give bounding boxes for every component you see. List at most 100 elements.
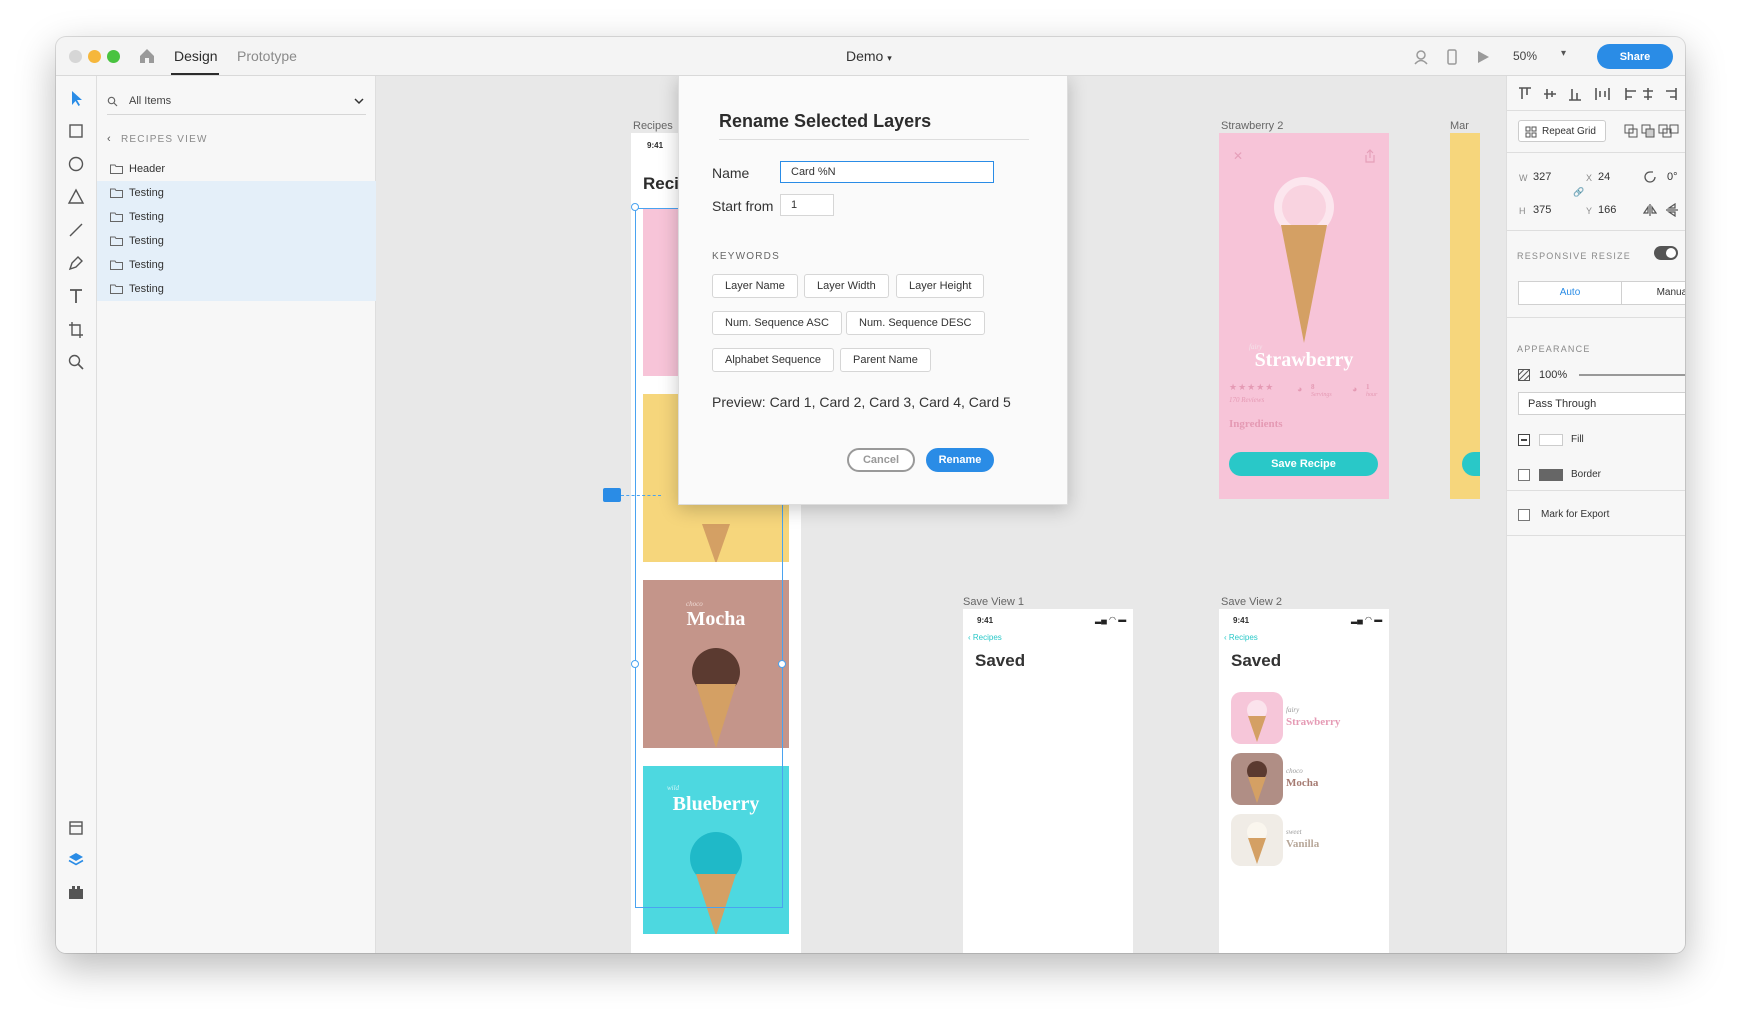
keyword-num-sequence-asc-button[interactable]: Num. Sequence ASC: [712, 311, 842, 335]
artboard-tool-icon[interactable]: [66, 319, 86, 339]
select-arrow-icon[interactable]: [66, 88, 86, 108]
saved-item[interactable]: fairy Strawberry: [1231, 692, 1381, 744]
saved-item-subtitle: sweet: [1286, 828, 1302, 836]
border-checkbox[interactable]: [1518, 469, 1530, 481]
status-time: 9:41: [1233, 616, 1250, 625]
artboard-label[interactable]: Recipes: [633, 120, 673, 132]
share-button[interactable]: Share: [1597, 44, 1673, 69]
layer-row[interactable]: Testing: [97, 277, 376, 301]
mark-for-export-checkbox[interactable]: [1518, 509, 1530, 521]
layers-panel-icon[interactable]: [66, 850, 86, 870]
save-recipe-button[interactable]: [1462, 452, 1480, 476]
width-value[interactable]: 327: [1533, 171, 1551, 183]
name-input[interactable]: [780, 161, 994, 183]
cancel-button[interactable]: Cancel: [847, 448, 915, 472]
layer-row[interactable]: Testing: [97, 229, 376, 253]
width-label: W: [1519, 173, 1528, 183]
fill-checkbox[interactable]: [1518, 434, 1530, 446]
flip-vertical-icon[interactable]: [1665, 203, 1679, 217]
device-preview-icon[interactable]: [1443, 48, 1461, 66]
flip-horizontal-icon[interactable]: [1643, 203, 1657, 217]
layer-row[interactable]: Testing: [97, 253, 376, 277]
zoom-level[interactable]: 50%: [1513, 49, 1537, 63]
layers-back-row[interactable]: ‹ RECIPES VIEW: [107, 133, 208, 145]
selection-handle[interactable]: [778, 660, 786, 668]
ellipse-tool-icon[interactable]: [66, 154, 86, 174]
folder-icon: [110, 164, 123, 174]
boolean-ops-icon[interactable]: [1624, 124, 1680, 140]
align-vertical-icon[interactable]: [1517, 86, 1617, 102]
cloud-user-icon[interactable]: [1412, 48, 1430, 66]
mar-artboard[interactable]: [1450, 133, 1480, 499]
ingredients-heading: Ingredients: [1229, 418, 1283, 430]
servings-icon: ◕: [1297, 384, 1303, 394]
strawberry-2-artboard[interactable]: ✕ fairy Strawberry ★★★★★ 170 Reviews ◕ 8…: [1219, 133, 1389, 499]
share-icon: [1365, 149, 1375, 163]
layer-row[interactable]: Testing: [97, 205, 376, 229]
save-view-2-artboard[interactable]: 9:41 ▂▄ ◠ ▬ ‹ Recipes Saved fairy Strawb…: [1219, 609, 1389, 953]
save-recipe-button[interactable]: Save Recipe: [1229, 452, 1378, 476]
resize-auto-option[interactable]: Auto: [1518, 281, 1622, 305]
repeat-grid-button[interactable]: Repeat Grid: [1518, 120, 1606, 142]
responsive-resize-toggle[interactable]: [1654, 246, 1678, 260]
keyword-layer-height-button[interactable]: Layer Height: [896, 274, 985, 298]
artboard-label[interactable]: Strawberry 2: [1221, 120, 1283, 132]
minimize-window-button[interactable]: [88, 50, 101, 63]
save-view-1-artboard[interactable]: 9:41 ▂▄ ◠ ▬ ‹ Recipes Saved: [963, 609, 1133, 953]
artboard-label[interactable]: Save View 1: [963, 596, 1024, 608]
back-link[interactable]: ‹ Recipes: [1224, 633, 1258, 642]
tab-design[interactable]: Design: [174, 48, 218, 64]
rectangle-tool-icon[interactable]: [66, 121, 86, 141]
saved-item[interactable]: sweet Vanilla: [1231, 814, 1381, 866]
padding-handle[interactable]: [603, 488, 621, 502]
zoom-window-button[interactable]: [107, 50, 120, 63]
layer-row[interactable]: Testing: [97, 181, 376, 205]
pen-tool-icon[interactable]: [66, 253, 86, 273]
zoom-tool-icon[interactable]: [66, 352, 86, 372]
saved-item[interactable]: choco Mocha: [1231, 753, 1381, 805]
fill-color-swatch[interactable]: [1539, 434, 1563, 446]
chevron-left-icon[interactable]: ‹: [107, 133, 121, 145]
keyword-layer-width-button[interactable]: Layer Width: [804, 274, 889, 298]
height-value[interactable]: 375: [1533, 204, 1551, 216]
design-canvas[interactable]: Recipes 9:41 Reci choco Mocha wild Blueb…: [376, 76, 1506, 953]
polygon-tool-icon[interactable]: [66, 187, 86, 207]
keyword-num-sequence-desc-button[interactable]: Num. Sequence DESC: [846, 311, 985, 335]
plugins-panel-icon[interactable]: [66, 882, 86, 902]
artboard-label[interactable]: Mar: [1450, 120, 1469, 132]
lock-aspect-icon[interactable]: 🔗: [1573, 187, 1584, 198]
opacity-slider-track[interactable]: [1579, 374, 1685, 376]
opacity-value[interactable]: 100%: [1539, 369, 1567, 381]
resize-manual-option[interactable]: Manual: [1621, 281, 1685, 305]
artboard-label[interactable]: Save View 2: [1221, 596, 1282, 608]
keyword-alphabet-sequence-button[interactable]: Alphabet Sequence: [712, 348, 835, 372]
keyword-parent-name-button[interactable]: Parent Name: [840, 348, 931, 372]
start-from-input[interactable]: [780, 194, 834, 216]
text-tool-icon[interactable]: [66, 286, 86, 306]
selection-handle[interactable]: [631, 203, 639, 211]
document-title[interactable]: Demo ▾: [846, 48, 892, 64]
assets-panel-icon[interactable]: [66, 818, 86, 838]
rotation-value[interactable]: 0°: [1667, 171, 1678, 183]
play-icon[interactable]: [1474, 48, 1492, 66]
y-value[interactable]: 166: [1598, 204, 1616, 216]
selection-handle[interactable]: [631, 660, 639, 668]
blend-mode-select[interactable]: Pass Through: [1518, 392, 1685, 415]
layer-label: Testing: [129, 283, 164, 295]
keyword-layer-name-button[interactable]: Layer Name: [712, 274, 798, 298]
home-icon[interactable]: [136, 45, 158, 67]
layer-label: Testing: [129, 235, 164, 247]
align-horizontal-icon[interactable]: [1624, 86, 1680, 102]
folder-icon: [110, 260, 123, 270]
rename-button[interactable]: Rename: [926, 448, 994, 472]
tab-prototype[interactable]: Prototype: [237, 48, 297, 64]
line-tool-icon[interactable]: [66, 220, 86, 240]
zoom-chevron-icon[interactable]: ▾: [1561, 48, 1566, 59]
x-value[interactable]: 24: [1598, 171, 1610, 183]
back-link[interactable]: ‹ Recipes: [968, 633, 1002, 642]
layers-filter-dropdown[interactable]: All Items: [107, 89, 366, 115]
close-window-button[interactable]: [69, 50, 82, 63]
border-color-swatch[interactable]: [1539, 469, 1563, 481]
layer-row[interactable]: Header: [97, 157, 376, 181]
saved-item-name: Vanilla: [1286, 838, 1320, 850]
